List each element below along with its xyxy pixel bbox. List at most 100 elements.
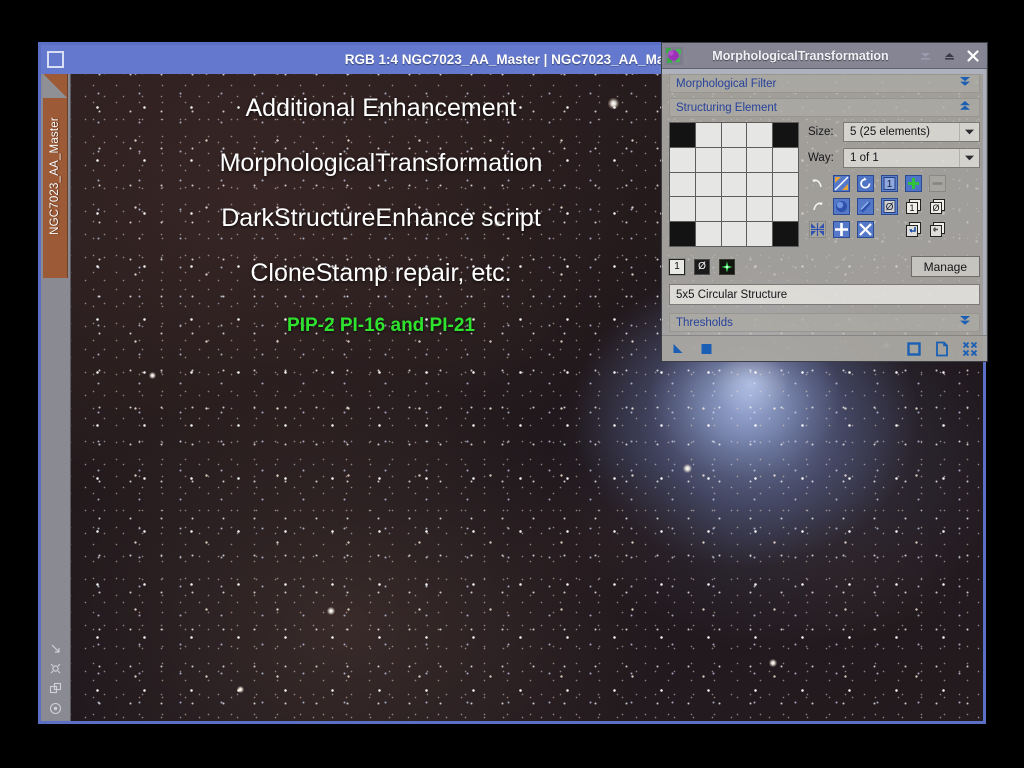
svg-text:1: 1 xyxy=(909,203,914,213)
se-cell-4-1[interactable] xyxy=(696,222,721,246)
se-cell-3-3[interactable] xyxy=(747,197,772,221)
remove-way-icon[interactable] xyxy=(928,174,947,193)
se-cell-2-1[interactable] xyxy=(696,173,721,197)
copy-zero-icon[interactable]: Ø xyxy=(928,197,947,216)
morphological-transformation-icon xyxy=(665,47,683,65)
chevron-down-icon[interactable] xyxy=(959,123,979,141)
roll-up-button[interactable] xyxy=(942,49,956,63)
dialog-titlebar[interactable]: MorphologicalTransformation xyxy=(662,43,987,69)
se-cell-2-4[interactable] xyxy=(773,173,798,197)
svg-text:Ø: Ø xyxy=(932,203,939,213)
section-morphological-filter-label: Morphological Filter xyxy=(676,78,957,90)
apply-global-button[interactable] xyxy=(699,341,715,357)
diagonal-icon[interactable] xyxy=(856,197,875,216)
se-cell-0-4[interactable] xyxy=(773,123,798,147)
se-cell-1-0[interactable] xyxy=(670,148,695,172)
size-value: 5 (25 elements) xyxy=(850,126,930,138)
invert-icon[interactable] xyxy=(832,174,851,193)
close-button[interactable] xyxy=(966,49,980,63)
apply-button[interactable] xyxy=(671,341,687,357)
dialog-inner: MorphologicalTransformation Morphologica… xyxy=(662,43,987,361)
clear-icon[interactable] xyxy=(856,220,875,239)
reset-button[interactable] xyxy=(962,341,978,357)
star-preset-button[interactable] xyxy=(719,259,735,275)
collapse-button[interactable] xyxy=(918,49,932,63)
se-cell-3-0[interactable] xyxy=(670,197,695,221)
size-select[interactable]: 5 (25 elements) xyxy=(843,122,980,142)
se-cell-2-0[interactable] xyxy=(670,173,695,197)
duplicate-square-icon[interactable] xyxy=(49,682,62,695)
circular-icon[interactable] xyxy=(832,197,851,216)
se-cell-1-1[interactable] xyxy=(696,148,721,172)
se-cell-4-2[interactable] xyxy=(722,222,747,246)
se-cell-1-4[interactable] xyxy=(773,148,798,172)
se-cell-3-2[interactable] xyxy=(722,197,747,221)
way-value: 1 of 1 xyxy=(850,152,879,164)
chevron-double-down-icon[interactable] xyxy=(957,75,973,93)
se-cell-0-3[interactable] xyxy=(747,123,772,147)
svg-text:1: 1 xyxy=(887,179,893,190)
add-way-icon[interactable] xyxy=(904,174,923,193)
se-cell-4-3[interactable] xyxy=(747,222,772,246)
chevron-double-down-icon[interactable] xyxy=(957,314,973,332)
tab-slant xyxy=(43,74,67,98)
way-select[interactable]: 1 of 1 xyxy=(843,148,980,168)
arrow-diagonal-icon[interactable] xyxy=(49,642,62,655)
target-circle-icon[interactable] xyxy=(49,702,62,715)
se-cell-0-2[interactable] xyxy=(722,123,747,147)
rotate-icon[interactable] xyxy=(856,174,875,193)
window-square-icon[interactable] xyxy=(47,51,64,68)
redo-icon[interactable] xyxy=(808,197,827,216)
image-strip-icons xyxy=(41,642,70,715)
se-cell-2-3[interactable] xyxy=(747,173,772,197)
image-tab-ngc7023[interactable]: NGC7023_AA_Master xyxy=(43,74,68,278)
se-cell-3-1[interactable] xyxy=(696,197,721,221)
crosshair-icon[interactable] xyxy=(49,662,62,675)
bright-star xyxy=(327,607,335,615)
svg-text:Ø: Ø xyxy=(886,202,894,213)
structure-name-input[interactable]: 5x5 Circular Structure xyxy=(669,284,980,305)
bright-star xyxy=(769,659,777,667)
chevron-down-icon[interactable] xyxy=(959,149,979,167)
import-icon[interactable] xyxy=(904,220,923,239)
chevron-double-up-icon[interactable] xyxy=(957,99,973,117)
se-cell-4-4[interactable] xyxy=(773,222,798,246)
new-instance-button[interactable] xyxy=(906,341,922,357)
image-left-strip: NGC7023_AA_Master xyxy=(41,74,71,721)
se-cell-0-0[interactable] xyxy=(670,123,695,147)
set-one-button[interactable]: 1 xyxy=(669,259,685,275)
bright-star xyxy=(494,220,501,227)
se-cell-1-2[interactable] xyxy=(722,148,747,172)
section-thresholds-label: Thresholds xyxy=(676,317,957,329)
section-structuring-element[interactable]: Structuring Element xyxy=(669,98,980,117)
structuring-element-grid[interactable] xyxy=(669,122,799,247)
size-field-row: Size: 5 (25 elements) xyxy=(808,122,980,142)
bright-star xyxy=(683,464,692,473)
section-thresholds[interactable]: Thresholds xyxy=(669,313,980,332)
se-cell-2-2[interactable] xyxy=(722,173,747,197)
se-cell-3-4[interactable] xyxy=(773,197,798,221)
undo-icon[interactable] xyxy=(808,174,827,193)
browse-documentation-button[interactable] xyxy=(934,341,950,357)
se-cell-4-0[interactable] xyxy=(670,222,695,246)
dialog-footer-right xyxy=(906,341,978,357)
se-cell-0-1[interactable] xyxy=(696,123,721,147)
size-label: Size: xyxy=(808,126,838,138)
set-all-one-icon[interactable]: 1 xyxy=(880,174,899,193)
section-structuring-element-label: Structuring Element xyxy=(676,102,957,114)
way-field-row: Way: 1 of 1 xyxy=(808,148,980,168)
dialog-title: MorphologicalTransformation xyxy=(683,49,918,63)
export-icon[interactable] xyxy=(928,220,947,239)
set-all-zero-icon[interactable]: Ø xyxy=(880,197,899,216)
copy-one-icon[interactable]: 1 xyxy=(904,197,923,216)
preset-row: 1 Ø Manage xyxy=(669,256,980,277)
erode-icon[interactable] xyxy=(808,220,827,239)
manage-button[interactable]: Manage xyxy=(911,256,980,277)
dialog-footer xyxy=(662,335,987,361)
set-zero-button[interactable]: Ø xyxy=(694,259,710,275)
se-cell-1-3[interactable] xyxy=(747,148,772,172)
structuring-element-row: Size: 5 (25 elements) Way: 1 xyxy=(669,122,980,247)
section-morphological-filter[interactable]: Morphological Filter xyxy=(669,74,980,93)
dilate-icon[interactable] xyxy=(832,220,851,239)
blank-slot xyxy=(880,220,899,239)
